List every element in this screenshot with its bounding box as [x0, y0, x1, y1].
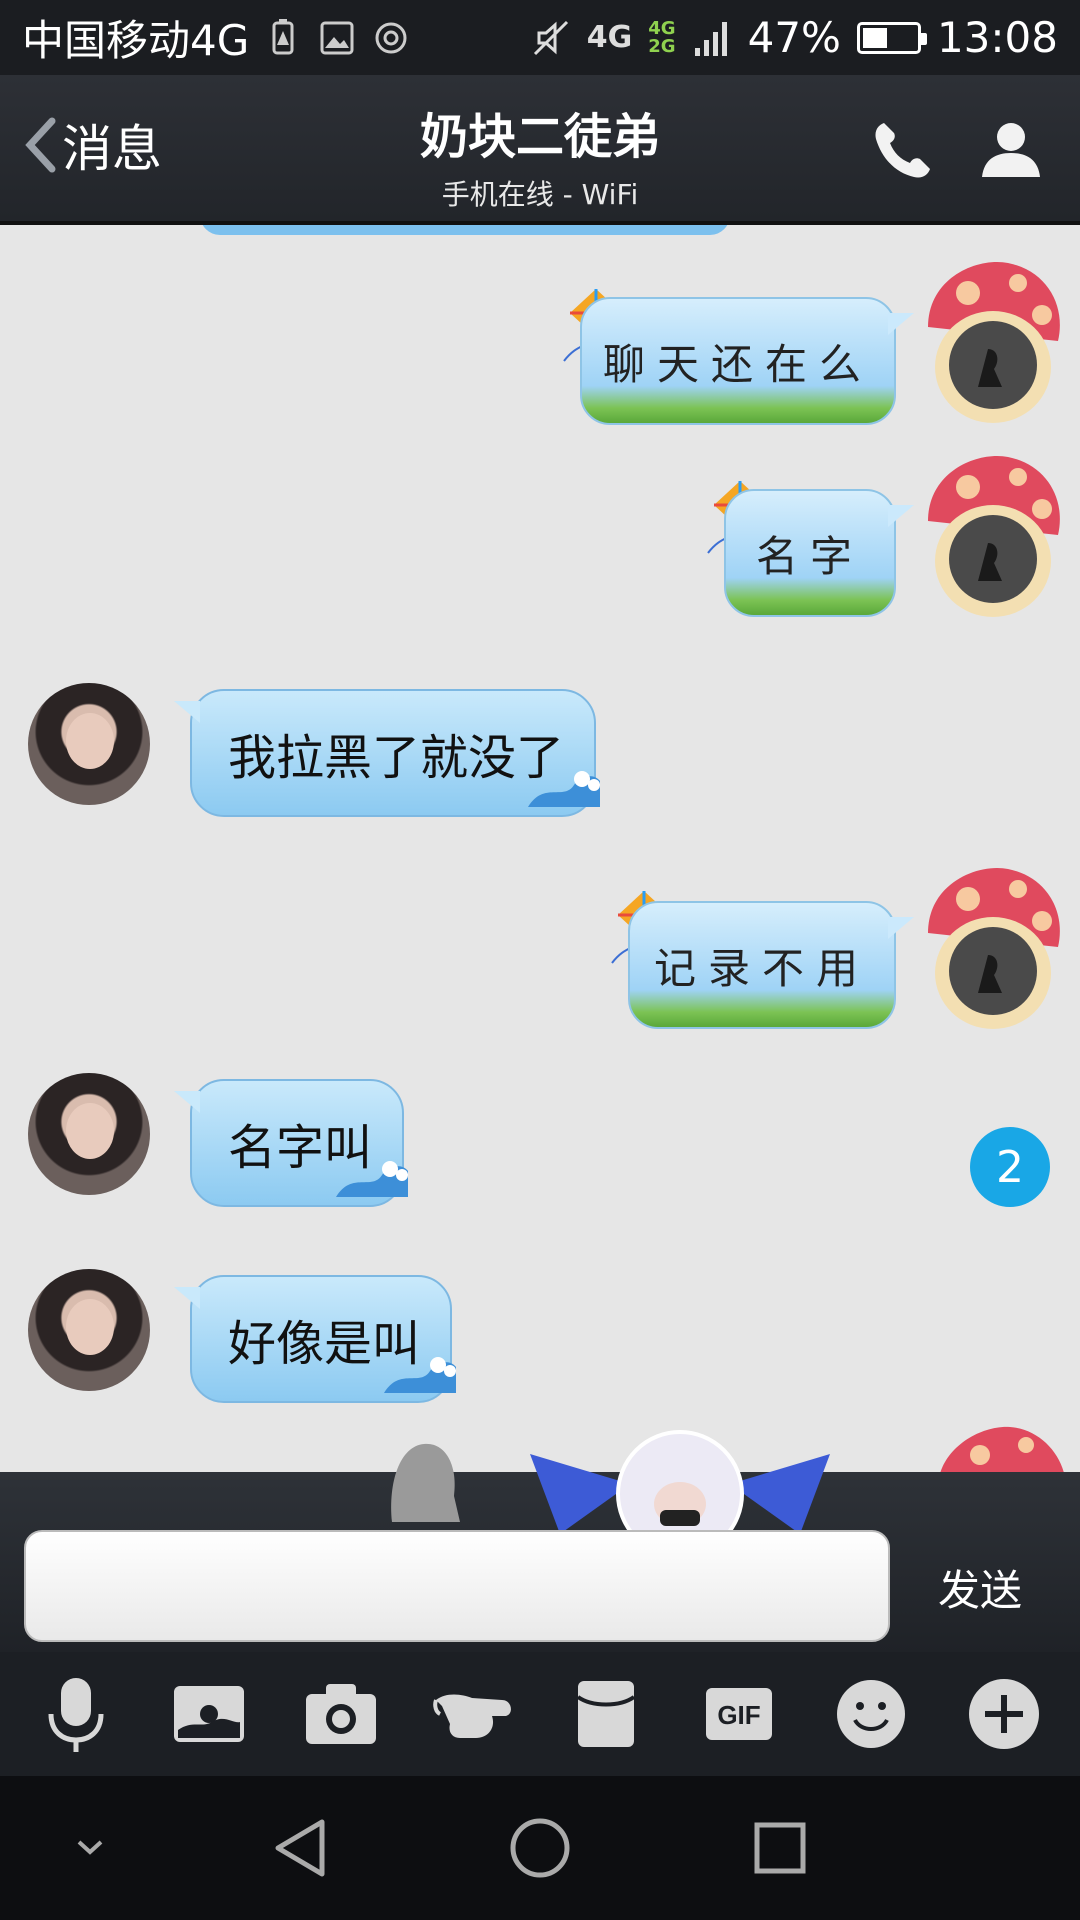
battery-icon: [856, 21, 927, 54]
message-list[interactable]: 聊天还在么 名字 我拉黑了就没了 记录不用 名字叫 好像是叫: [0, 225, 1080, 1472]
sticker-character-icon: [530, 1430, 830, 1534]
message-text: 名字: [755, 531, 864, 581]
network-bottom-label: 2G: [648, 35, 676, 57]
battery-warning-icon: [263, 18, 303, 58]
message-row: 名字叫: [0, 1035, 1080, 1215]
avatar-face: [66, 713, 114, 769]
wave-decoration-icon: [336, 1161, 408, 1197]
message-row: 聊天还在么: [0, 225, 1080, 425]
emoji-icon[interactable]: [826, 1669, 916, 1759]
message-bubble-outgoing[interactable]: 聊天还在么: [580, 297, 914, 425]
signal-icon: [692, 18, 732, 58]
gif-label: GIF: [717, 1700, 760, 1730]
status-bar: 中国移动4G 4G 4G 2G 47% 13:08: [0, 0, 1080, 75]
gallery-icon: [317, 18, 357, 58]
camera-icon[interactable]: [296, 1669, 386, 1759]
nav-home-icon[interactable]: [500, 1808, 580, 1888]
network-dual: 4G 2G: [648, 17, 676, 57]
mushroom-avatar-icon[interactable]: [918, 863, 1068, 1033]
battery-percent: 47%: [747, 13, 841, 62]
message-bubble-incoming[interactable]: 我拉黑了就没了: [174, 689, 600, 817]
message-row: 我拉黑了就没了: [0, 645, 1080, 825]
mushroom-avatar-peek-icon: [940, 1426, 1064, 1472]
mushroom-avatar-icon[interactable]: [918, 257, 1068, 427]
notification-icon: [371, 18, 411, 58]
chat-header: 消息 奶块二徒弟 手机在线 - WiFi: [0, 75, 1080, 225]
avatar-face: [66, 1103, 114, 1159]
hide-keyboard-icon[interactable]: [50, 1808, 130, 1888]
red-packet-icon[interactable]: [561, 1669, 651, 1759]
message-input[interactable]: [24, 1530, 890, 1642]
input-toolbar: GIF: [0, 1652, 1080, 1776]
wave-decoration-icon: [384, 1357, 456, 1393]
poke-icon[interactable]: [429, 1669, 519, 1759]
network-top-label: 4G: [648, 17, 676, 39]
profile-icon[interactable]: [976, 115, 1046, 185]
system-nav-bar: [0, 1776, 1080, 1920]
battery-fill: [862, 27, 887, 48]
mushroom-avatar-icon[interactable]: [918, 451, 1068, 621]
message-row: 记录不用: [0, 835, 1080, 1035]
carrier-label: 中国移动4G: [22, 16, 250, 65]
contact-avatar[interactable]: [28, 683, 150, 805]
phone-icon[interactable]: [868, 115, 938, 185]
message-bubble-incoming[interactable]: 好像是叫: [174, 1275, 456, 1403]
network-type: 4G: [586, 20, 633, 55]
send-button[interactable]: 发送: [920, 1552, 1040, 1622]
contact-avatar[interactable]: [28, 1269, 150, 1391]
nav-back-icon[interactable]: [260, 1808, 340, 1888]
gif-icon[interactable]: GIF: [694, 1669, 784, 1759]
avatar-face: [66, 1299, 114, 1355]
contact-avatar[interactable]: [28, 1073, 150, 1195]
clock: 13:08: [936, 13, 1058, 62]
mic-icon[interactable]: [31, 1669, 121, 1759]
message-row: 名字: [0, 415, 1080, 617]
wave-decoration-icon: [528, 771, 600, 807]
input-area: 发送: [0, 1430, 1080, 1652]
message-text: 我拉黑了就没了: [228, 730, 565, 786]
status-left: 中国移动4G: [22, 7, 411, 68]
message-text: 记录不用: [653, 943, 870, 993]
message-bubble-outgoing[interactable]: 名字: [724, 489, 914, 617]
message-row: 好像是叫: [0, 1231, 1080, 1411]
mute-icon: [531, 18, 571, 58]
image-icon[interactable]: [164, 1669, 254, 1759]
chat-screen: 中国移动4G 4G 4G 2G 47% 13:08 消息 奶块二徒弟 手机在线 …: [0, 0, 1080, 1920]
message-bubble-incoming[interactable]: 名字叫: [174, 1079, 408, 1207]
message-bubble-outgoing[interactable]: 记录不用: [628, 901, 914, 1029]
character-silhouette-icon: [391, 1443, 460, 1522]
status-right: 4G 4G 2G 47% 13:08: [531, 13, 1058, 62]
message-text: 聊天还在么: [602, 339, 873, 389]
unread-count-badge[interactable]: 2: [970, 1127, 1050, 1207]
plus-icon[interactable]: [959, 1669, 1049, 1759]
nav-recents-icon[interactable]: [740, 1808, 820, 1888]
